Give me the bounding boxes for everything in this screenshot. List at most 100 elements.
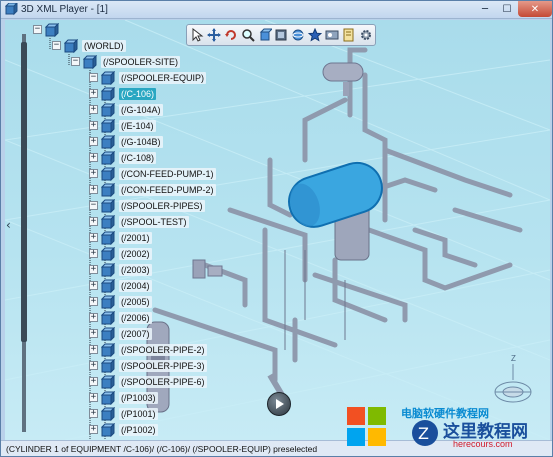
- expand-icon[interactable]: +: [89, 361, 98, 370]
- expand-icon[interactable]: +: [89, 377, 98, 386]
- expand-icon[interactable]: +: [89, 217, 98, 226]
- fit-all-icon[interactable]: [257, 26, 273, 44]
- zoom-icon[interactable]: [240, 26, 256, 44]
- tree-node[interactable]: + (/C-108): [89, 150, 157, 165]
- view-icon[interactable]: [274, 26, 290, 44]
- tree-node-label[interactable]: (/CON-FEED-PUMP-2): [119, 183, 216, 196]
- tree-node-label[interactable]: (/G-104A): [119, 103, 163, 116]
- 3d-viewport[interactable]: ‹ − − (WORLD) − (/SPOOLER-SITE) − (/SPOOLER-EQ…: [5, 20, 550, 440]
- collapse-icon[interactable]: −: [89, 201, 98, 210]
- tree-node[interactable]: + (/G-104A): [89, 102, 163, 117]
- scene-icon[interactable]: [324, 26, 340, 44]
- product-cube-icon: [101, 326, 115, 341]
- star-icon[interactable]: [307, 26, 323, 44]
- tree-node[interactable]: − (WORLD): [52, 38, 126, 53]
- expand-icon[interactable]: +: [89, 425, 98, 434]
- settings-icon[interactable]: [358, 26, 374, 44]
- tree-node-label[interactable]: (WORLD): [82, 39, 126, 52]
- collapse-icon[interactable]: −: [52, 41, 61, 50]
- tree-node[interactable]: + (/SPOOLER-PIPE-6): [89, 374, 207, 389]
- scrollbar-thumb[interactable]: [21, 42, 27, 342]
- tree-node[interactable]: + (/P1003): [89, 390, 158, 405]
- expand-icon[interactable]: +: [89, 297, 98, 306]
- tree-node[interactable]: + (/2006): [89, 310, 152, 325]
- expand-icon[interactable]: +: [89, 153, 98, 162]
- expand-icon[interactable]: +: [89, 313, 98, 322]
- play-button[interactable]: [267, 392, 291, 416]
- render-mode-icon[interactable]: [290, 26, 306, 44]
- expand-icon[interactable]: +: [89, 249, 98, 258]
- tree-node-label[interactable]: (/P1001): [119, 407, 158, 420]
- collapse-icon[interactable]: −: [89, 73, 98, 82]
- tree-node[interactable]: + (/P1002): [89, 422, 158, 437]
- tree-node-label[interactable]: (/2005): [119, 295, 152, 308]
- tree-node-label[interactable]: (/CON-FEED-PUMP-1): [119, 167, 216, 180]
- expand-icon[interactable]: +: [89, 265, 98, 274]
- close-button[interactable]: ✕: [518, 1, 552, 17]
- tree-node[interactable]: + (/2001): [89, 230, 152, 245]
- tree-node-label[interactable]: (/C-108): [119, 151, 157, 164]
- minimize-button[interactable]: ─: [474, 1, 496, 17]
- tree-node[interactable]: + (/G-104B): [89, 134, 163, 149]
- tree-node[interactable]: + (/E-104): [89, 118, 156, 133]
- tree-node[interactable]: − (/SPOOLER-EQUIP): [89, 70, 207, 85]
- expand-icon[interactable]: +: [89, 281, 98, 290]
- rotate-icon[interactable]: [223, 26, 239, 44]
- tree-node[interactable]: + (/SPOOLER-PIPE-2): [89, 342, 207, 357]
- tree-node[interactable]: + (/2007): [89, 326, 152, 341]
- tree-node-label[interactable]: (/2007): [119, 327, 152, 340]
- expand-icon[interactable]: +: [89, 89, 98, 98]
- expand-icon[interactable]: +: [89, 169, 98, 178]
- tree-node[interactable]: + (/CON-FEED-PUMP-1): [89, 166, 216, 181]
- maximize-button[interactable]: ☐: [496, 1, 518, 17]
- tree-node-label[interactable]: (/G-104B): [119, 135, 163, 148]
- select-arrow-icon[interactable]: [189, 26, 205, 44]
- tree-node-label[interactable]: (/2001): [119, 231, 152, 244]
- pan-icon[interactable]: [206, 26, 222, 44]
- tree-node-label[interactable]: (/SPOOLER-SITE): [101, 55, 181, 68]
- collapse-tree-icon[interactable]: ‹: [6, 218, 16, 234]
- expand-icon[interactable]: +: [89, 233, 98, 242]
- tree-node-label[interactable]: (/2006): [119, 311, 152, 324]
- tree-node[interactable]: + (/C-106): [89, 86, 157, 101]
- tree-node[interactable]: −: [33, 22, 63, 37]
- product-cube-icon: [83, 54, 97, 69]
- tree-node[interactable]: + (/2004): [89, 278, 152, 293]
- tree-node-label[interactable]: (/2002): [119, 247, 152, 260]
- tree-node[interactable]: + (/CON-FEED-PUMP-2): [89, 182, 216, 197]
- collapse-icon[interactable]: −: [71, 57, 80, 66]
- tree-node-label[interactable]: (/P1003): [119, 391, 158, 404]
- tree-scrollbar[interactable]: [19, 34, 29, 432]
- title-bar[interactable]: 3D XML Player - [1] ─ ☐ ✕: [1, 1, 552, 19]
- tree-node-label-selected[interactable]: (/C-106): [119, 87, 157, 100]
- tree-node[interactable]: + (/SPOOL-TEST): [89, 214, 189, 229]
- tree-node-label[interactable]: (/SPOOLER-PIPE-3): [119, 359, 207, 372]
- tree-node-label[interactable]: (/SPOOL-TEST): [119, 215, 189, 228]
- tree-node-label[interactable]: (/E-104): [119, 119, 156, 132]
- expand-icon[interactable]: +: [89, 393, 98, 402]
- tree-node[interactable]: + (/P1001): [89, 406, 158, 421]
- tree-node-label[interactable]: (/SPOOLER-EQUIP): [119, 71, 207, 84]
- tree-node-label[interactable]: (/P1002): [119, 423, 158, 436]
- tree-node-label[interactable]: (/2003): [119, 263, 152, 276]
- expand-icon[interactable]: +: [89, 345, 98, 354]
- expand-icon[interactable]: +: [89, 329, 98, 338]
- tree-node[interactable]: − (/SPOOLER-PIPES): [89, 198, 205, 213]
- watermark: 电脑软硬件教程网 Z 这里教程网 herecours.com: [341, 393, 553, 453]
- tree-node[interactable]: + (/2003): [89, 262, 152, 277]
- expand-icon[interactable]: +: [89, 409, 98, 418]
- collapse-icon[interactable]: −: [33, 25, 42, 34]
- tree-node[interactable]: + (/2002): [89, 246, 152, 261]
- tree-node[interactable]: + (/SPOOLER-PIPE-3): [89, 358, 207, 373]
- search-icon[interactable]: [341, 26, 357, 44]
- expand-icon[interactable]: +: [89, 121, 98, 130]
- expand-icon[interactable]: +: [89, 185, 98, 194]
- expand-icon[interactable]: +: [89, 137, 98, 146]
- tree-node-label[interactable]: (/2004): [119, 279, 152, 292]
- expand-icon[interactable]: +: [89, 105, 98, 114]
- tree-node-label[interactable]: (/SPOOLER-PIPE-6): [119, 375, 207, 388]
- tree-node[interactable]: + (/2005): [89, 294, 152, 309]
- tree-node-label[interactable]: (/SPOOLER-PIPE-2): [119, 343, 207, 356]
- tree-node[interactable]: − (/SPOOLER-SITE): [71, 54, 181, 69]
- tree-node-label[interactable]: (/SPOOLER-PIPES): [119, 199, 205, 212]
